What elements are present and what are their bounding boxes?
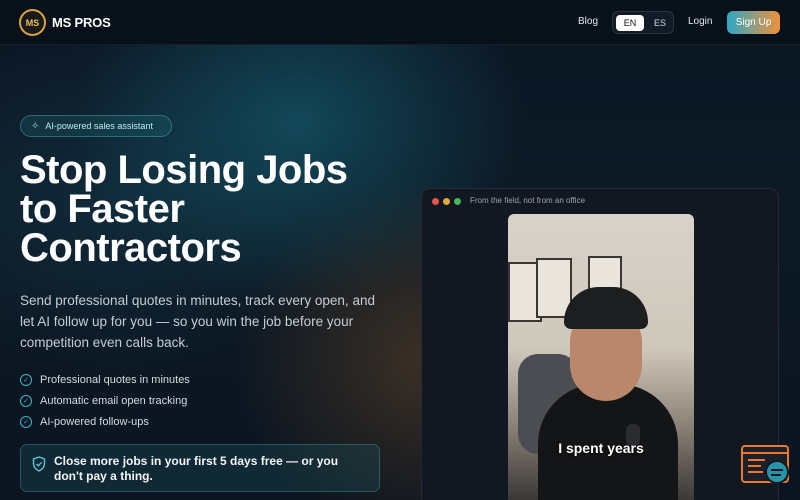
shield-check-icon [32,456,46,472]
check-circle-icon: ✓ [20,373,32,386]
check-circle-icon: ✓ [20,415,32,428]
window-minimize-dot-icon [443,198,450,205]
logo-badge-icon: MS [19,9,46,36]
feature-item: ✓ Automatic email open tracking [20,390,190,411]
language-es-button[interactable]: ES [648,15,672,31]
hero-headline-line: Stop Losing Jobs [20,148,348,192]
guarantee-banner: Close more jobs in your first 5 days fre… [20,444,380,492]
feature-label: Professional quotes in minutes [40,373,190,386]
check-circle-icon: ✓ [20,394,32,407]
testimonial-video[interactable]: I spent years [508,214,694,500]
video-card-caption: From the field, not from an office [470,196,586,205]
feature-item: ✓ Professional quotes in minutes [20,369,190,390]
person-cap [564,287,648,329]
hero-badge-label: AI-powered sales assistant [45,121,153,131]
brand-name: MS PROS [52,15,111,30]
chat-widget-icon[interactable] [741,445,791,487]
hero-headline-line: to Faster [20,187,185,231]
sparkle-icon: ✧ [31,120,40,132]
hero-headline-line: Contractors [20,226,242,270]
hero-headline: Stop Losing Jobs to Faster Contractors [20,148,400,270]
feature-item: ✓ AI-powered follow-ups [20,411,190,432]
window-maximize-dot-icon [454,198,461,205]
signup-button[interactable]: Sign Up [727,11,780,34]
feature-label: Automatic email open tracking [40,394,188,407]
video-subtitle: I spent years [558,440,644,456]
feature-label: AI-powered follow-ups [40,415,149,428]
feature-list: ✓ Professional quotes in minutes ✓ Autom… [20,369,190,432]
nav-blog-link[interactable]: Blog [578,16,598,27]
window-close-dot-icon [432,198,439,205]
language-en-button[interactable]: EN [616,15,644,31]
nav-login-link[interactable]: Login [688,16,712,27]
language-switcher: EN ES [612,11,674,34]
video-card: From the field, not from an office I spe… [421,188,779,500]
hero-badge: ✧ AI-powered sales assistant [20,115,172,137]
hero-subheadline: Send professional quotes in minutes, tra… [20,293,375,350]
brand-logo[interactable]: MS MS PROS [19,9,111,36]
guarantee-text: Close more jobs in your first 5 days fre… [54,454,339,483]
top-navbar: MS MS PROS Blog EN ES Login Sign Up [0,0,800,45]
